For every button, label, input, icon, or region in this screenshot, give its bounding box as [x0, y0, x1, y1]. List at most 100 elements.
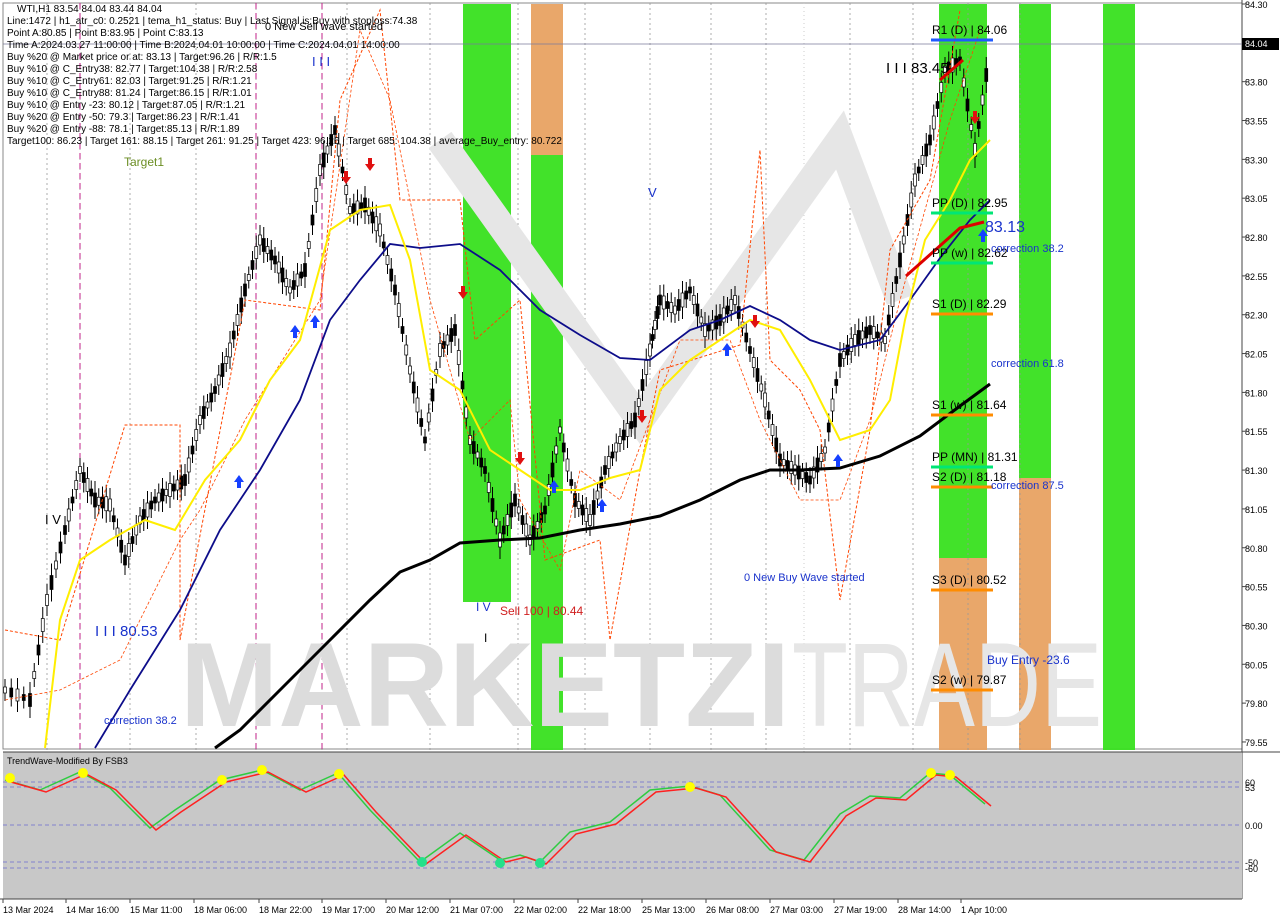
candle-body [550, 462, 555, 478]
candle-body [32, 671, 37, 679]
candle-body [486, 482, 491, 493]
candle-body [385, 255, 390, 265]
candle-body [856, 330, 861, 345]
info-line-status: Line:1472 | h1_atr_c0: 0.2521 | tema_h1_… [7, 16, 418, 27]
candle-body [374, 216, 379, 232]
candle-body [633, 412, 637, 428]
time-label: 27 Mar 19:00 [834, 905, 887, 915]
candle-body [565, 458, 570, 472]
candle-body [119, 539, 124, 553]
candle-body [980, 94, 985, 106]
candle-body [45, 594, 49, 606]
osc-top-dot [334, 769, 344, 779]
time-label: 20 Mar 12:00 [386, 905, 439, 915]
info-line-buy-c38: Buy %10 @ C_Entry38: 82.77 | Target:104.… [7, 64, 258, 75]
info-line-buy-c88: Buy %10 @ C_Entry88: 81.24 | Target:86.1… [7, 88, 252, 99]
candle-body [774, 437, 779, 453]
candle-body [49, 575, 54, 590]
candle-body [378, 223, 382, 237]
candle-body [516, 506, 521, 514]
info-line-buy-market: Buy %20 @ Market price or at: 83.13 | Ta… [7, 52, 277, 63]
candle-body [258, 234, 262, 246]
candle-body [849, 338, 854, 352]
zone-7 [1103, 4, 1135, 750]
candle-body [699, 316, 704, 324]
candle-body [318, 164, 322, 176]
candle-body [194, 429, 199, 441]
candle-body [216, 374, 221, 386]
candle-body [348, 206, 352, 214]
osc-top-dot [685, 782, 695, 792]
candle-body [40, 618, 45, 632]
candle-body [198, 415, 202, 425]
time-label: 13 Mar 2024 [3, 905, 54, 915]
candle-body [243, 283, 247, 297]
candle-body [706, 323, 711, 332]
candle-body [449, 328, 454, 342]
candle-body [100, 496, 105, 509]
candle-body [396, 303, 401, 317]
price-tick-label: 82.80 [1245, 233, 1268, 243]
candle-body [280, 267, 285, 283]
candle-body [81, 472, 86, 483]
candle-body [164, 489, 169, 496]
annotation-buy-entry: Buy Entry -23.6 [987, 653, 1070, 667]
annotation-sell-100: Sell 100 | 80.44 [500, 604, 584, 618]
candle-body [830, 398, 835, 412]
candle-body [744, 332, 749, 343]
osc-top-dot [78, 768, 88, 778]
candle-body [381, 241, 386, 249]
candle-body [108, 498, 112, 512]
candle-body [695, 303, 700, 317]
candle-body [183, 474, 187, 486]
candle-body [239, 297, 244, 313]
candle-body [246, 274, 251, 281]
candle-body [939, 82, 944, 93]
candle-body [558, 426, 562, 434]
candle-body [729, 299, 734, 311]
osc-top-dot [926, 768, 936, 778]
candle-body [691, 295, 696, 305]
candle-body [471, 441, 476, 454]
osc-top-dot [217, 775, 227, 785]
candle-body [475, 451, 480, 459]
annotation-wave-iv-left: I V [45, 512, 61, 527]
trading-chart[interactable]: MARKETZITRADE84.3084.0583.8083.5583.3083… [0, 0, 1280, 920]
price-tick-label: 83.05 [1245, 194, 1268, 204]
price-tick-label: 80.55 [1245, 583, 1268, 593]
candle-body [15, 688, 20, 702]
candle-body [883, 336, 887, 344]
annotation-wave-i-single: I [484, 631, 487, 645]
candle-body [63, 525, 67, 535]
annotation-wave-iii-left: I I I 80.53 [95, 623, 158, 640]
candle-body [969, 124, 974, 131]
info-line-targets: Target100: 86.23 | Target 161: 88.15 | T… [7, 136, 562, 147]
candle-body [610, 451, 615, 459]
price-tick-label: 79.55 [1245, 738, 1268, 748]
candle-body [976, 121, 981, 129]
candle-body [909, 192, 914, 208]
candle-body [276, 261, 281, 274]
candle-body [838, 353, 842, 367]
time-label: 22 Mar 02:00 [514, 905, 567, 915]
osc-bottom-dot [417, 857, 427, 867]
candle-body [168, 483, 172, 497]
candle-body [688, 286, 692, 294]
candle-body [186, 457, 191, 473]
time-label: 18 Mar 22:00 [259, 905, 312, 915]
candle-body [190, 445, 195, 455]
zone-5 [1019, 4, 1051, 478]
symbol-ohlc-line: WTI,H1 83.54 84.04 83.44 84.04 [17, 4, 163, 15]
candle-body [591, 500, 596, 515]
candle-body [205, 401, 210, 409]
candle-body [669, 302, 674, 313]
candle-body [175, 479, 180, 491]
candle-body [231, 330, 236, 340]
candle-body [501, 525, 506, 535]
candle-body [653, 320, 657, 330]
info-line-buy-e88: Buy %20 @ Entry -88: 78.1 | Target:85.13… [7, 124, 240, 135]
price-tick-label: 84.30 [1245, 0, 1268, 10]
candle-body [291, 280, 296, 290]
oscillator-title: TrendWave-Modified By FSB3 [7, 756, 128, 766]
candle-body [490, 498, 495, 512]
